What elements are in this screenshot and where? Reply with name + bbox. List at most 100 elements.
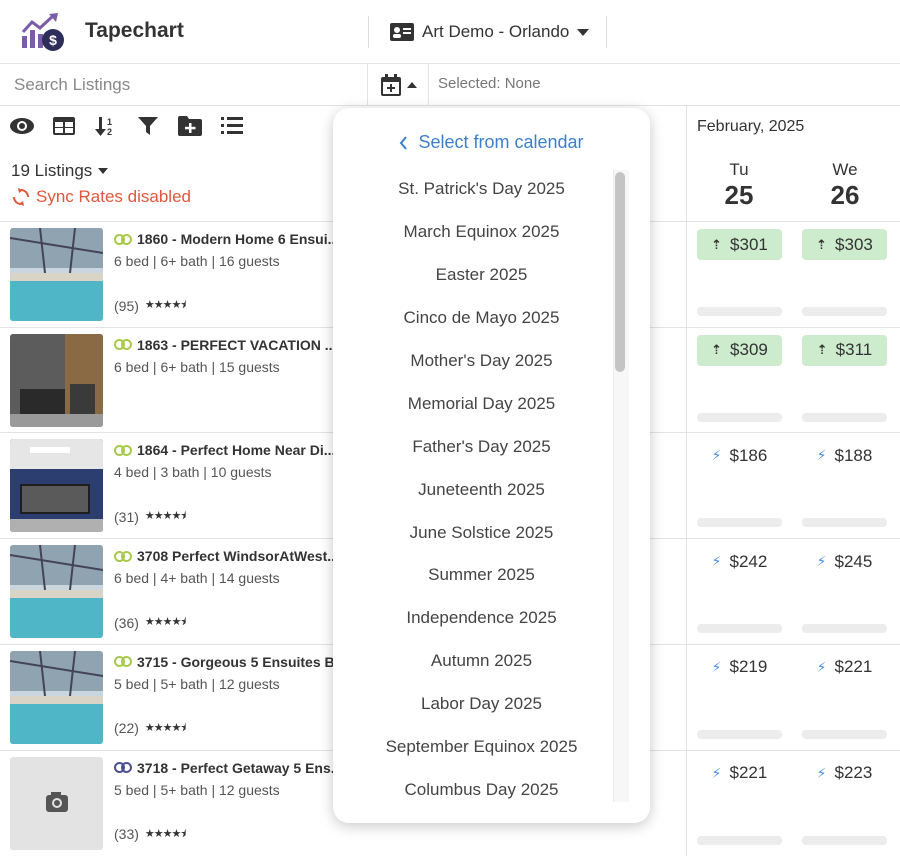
date-preset-item[interactable]: Juneteenth 2025: [333, 468, 630, 511]
chevron-down-icon: [98, 168, 109, 174]
nightly-price-cell[interactable]: ⇡ $309: [697, 334, 782, 366]
listing-thumbnail[interactable]: [10, 756, 103, 850]
nightly-price-cell[interactable]: ⚡︎ $242: [697, 546, 782, 577]
date-preset-item[interactable]: March Equinox 2025: [333, 211, 630, 254]
listing-specs: 5 bed | 5+ bath | 12 guests: [114, 781, 280, 798]
app-header: $ Tapechart Art Demo - Orlando: [0, 0, 900, 64]
listing-specs: 6 bed | 4+ bath | 14 guests: [114, 570, 280, 587]
nightly-price-cell[interactable]: ⚡︎ $221: [802, 652, 887, 683]
listing-thumbnail[interactable]: [10, 333, 103, 427]
nightly-price-cell[interactable]: ⚡︎ $223: [802, 758, 887, 789]
price-value: $309: [730, 340, 768, 360]
listing-thumbnail[interactable]: [10, 650, 103, 744]
star-rating-icon: ★★★★⯨: [144, 510, 186, 523]
search-input[interactable]: [0, 64, 368, 105]
date-preset-item[interactable]: Summer 2025: [333, 554, 630, 597]
listing-thumbnail[interactable]: [10, 439, 103, 533]
listing-title-text: 1863 - PERFECT VACATION ...: [137, 336, 337, 353]
date-preset-item[interactable]: June Solstice 2025: [333, 511, 630, 554]
price-value: $188: [834, 445, 873, 465]
date-preset-item[interactable]: St. Patrick's Day 2025: [333, 168, 630, 211]
date-preset-item[interactable]: Memorial Day 2025: [333, 382, 630, 425]
listing-title[interactable]: 3715 - Gorgeous 5 Ensuites B...: [114, 654, 346, 670]
review-count: (33): [114, 826, 139, 842]
up-arrow-icon: ⇡: [816, 236, 828, 252]
day-name: Tu: [729, 160, 749, 179]
lightning-icon: ⚡︎: [711, 764, 722, 781]
sync-rates-status[interactable]: Sync Rates disabled: [12, 187, 191, 207]
listing-specs: 4 bed | 3 bath | 10 guests: [114, 464, 272, 481]
listing-title-text: 3708 Perfect WindsorAtWest...: [137, 548, 339, 565]
date-preset-list: St. Patrick's Day 2025 March Equinox 2025…: [333, 168, 630, 811]
availability-bar: [802, 835, 887, 845]
listing-title[interactable]: 1863 - PERFECT VACATION ...: [114, 337, 336, 353]
date-preset-item[interactable]: Mother's Day 2025: [333, 340, 630, 383]
listing-title[interactable]: 1864 - Perfect Home Near Di...: [114, 442, 335, 458]
availability-bar: [697, 624, 782, 634]
day-column-header: We 26: [800, 160, 890, 211]
nightly-price-cell[interactable]: ⇡ $303: [802, 229, 887, 260]
search-bar-row: Selected: None: [0, 64, 900, 106]
availability-bar: [697, 729, 782, 739]
availability-bar: [697, 412, 782, 422]
nightly-price-cell[interactable]: ⚡︎ $188: [802, 440, 887, 471]
dropdown-scrollbar-thumb[interactable]: [615, 172, 625, 372]
day-column-header: Tu 25: [694, 160, 784, 211]
listing-thumbnail[interactable]: [10, 545, 103, 639]
date-preset-item[interactable]: Autumn 2025: [333, 640, 630, 683]
price-value: $221: [834, 657, 873, 677]
select-from-calendar-link[interactable]: Select from calendar: [333, 132, 650, 153]
nightly-price-cell[interactable]: ⚡︎ $219: [697, 652, 782, 683]
list-icon[interactable]: [220, 114, 244, 138]
date-preset-item[interactable]: Labor Day 2025: [333, 683, 630, 726]
availability-bar: [802, 729, 887, 739]
price-value: $311: [835, 340, 873, 360]
chevron-up-icon: [406, 81, 417, 88]
tapechart-logo-icon[interactable]: $: [20, 12, 66, 52]
listing-specs: 6 bed | 6+ bath | 16 guests: [114, 253, 280, 269]
availability-bar: [802, 624, 887, 634]
eye-icon[interactable]: [10, 114, 34, 138]
star-rating-icon: ★★★★⯨: [144, 616, 186, 629]
nightly-price-cell[interactable]: ⇡ $301: [697, 229, 782, 260]
day-number: 26: [830, 180, 860, 210]
nightly-price-cell[interactable]: ⚡︎ $221: [697, 758, 782, 789]
nightly-price-cell[interactable]: ⇡ $311: [802, 334, 887, 366]
table-view-icon[interactable]: [52, 114, 76, 138]
add-folder-icon[interactable]: [178, 114, 202, 138]
listing-title[interactable]: 3718 - Perfect Getaway 5 Ens...: [114, 760, 342, 776]
link-icon: [114, 233, 132, 245]
up-arrow-icon: ⇡: [711, 236, 723, 252]
selected-dates-label: Selected: None: [438, 75, 541, 92]
svg-text:1: 1: [107, 117, 112, 127]
price-value: $186: [729, 445, 768, 465]
review-count: (95): [114, 297, 139, 314]
lightning-icon: ⚡︎: [711, 447, 722, 464]
link-icon: [114, 444, 132, 456]
date-selector-button[interactable]: [369, 64, 429, 105]
sort-icon[interactable]: 12: [94, 114, 118, 138]
listing-title[interactable]: 3708 Perfect WindsorAtWest...: [114, 548, 339, 564]
review-count: (31): [114, 508, 139, 525]
nightly-price-cell[interactable]: ⚡︎ $245: [802, 546, 887, 577]
listings-count-dropdown[interactable]: 19 Listings: [11, 161, 109, 181]
sync-icon: [13, 188, 29, 206]
date-preset-item[interactable]: Columbus Day 2025: [333, 768, 630, 811]
date-preset-item[interactable]: September Equinox 2025: [333, 726, 630, 769]
date-preset-item[interactable]: Independence 2025: [333, 597, 630, 640]
price-value: $221: [729, 763, 768, 782]
filter-icon[interactable]: [136, 114, 160, 138]
date-preset-item[interactable]: Easter 2025: [333, 254, 630, 297]
lightning-icon: ⚡︎: [711, 658, 722, 675]
date-preset-item[interactable]: Cinco de Mayo 2025: [333, 297, 630, 340]
date-preset-item[interactable]: Father's Day 2025: [333, 425, 630, 468]
listing-thumbnail[interactable]: [10, 228, 103, 321]
star-rating-icon: ★★★★⯨: [144, 721, 186, 734]
star-rating-icon: ★★★★⯨: [144, 827, 186, 840]
price-value: $301: [730, 234, 768, 254]
select-from-calendar-label: Select from calendar: [418, 132, 584, 152]
listing-specs: 5 bed | 5+ bath | 12 guests: [114, 675, 280, 692]
nightly-price-cell[interactable]: ⚡︎ $186: [697, 440, 782, 471]
account-selector[interactable]: Art Demo - Orlando: [390, 20, 590, 44]
listing-title[interactable]: 1860 - Modern Home 6 Ensui...: [114, 231, 339, 247]
